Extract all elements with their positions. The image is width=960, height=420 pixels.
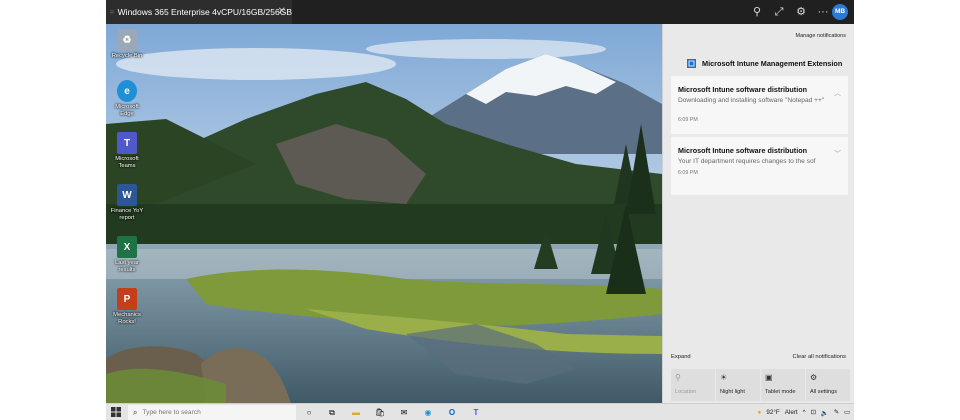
recycle-bin-icon: ♻	[117, 29, 137, 51]
notification-card[interactable]: Microsoft Intune software distribution Y…	[671, 137, 848, 195]
window-title-bar: Windows 365 Enterprise 4vCPU/16GB/256GB …	[106, 0, 854, 24]
intune-app-icon	[687, 59, 696, 68]
excel-doc-icon: X	[117, 236, 137, 258]
desktop-icon-recycle-bin[interactable]: ♻ Recycle Bin	[110, 29, 144, 60]
close-icon[interactable]: ✕	[278, 6, 286, 17]
desktop-icon-label: Mechanics Rocks!	[113, 312, 141, 325]
quick-action-all-settings[interactable]: ⚙ All settings	[806, 369, 850, 401]
cloud-pc-icon	[110, 10, 114, 14]
remote-desktop-window: Windows 365 Enterprise 4vCPU/16GB/256GB …	[106, 0, 854, 420]
powerpoint-doc-icon: P	[117, 288, 137, 310]
teams-icon: T	[117, 132, 137, 154]
quick-action-label: Night light	[720, 389, 745, 395]
store-icon[interactable]: 🛍	[373, 406, 387, 419]
desktop-icon-label: Last year results	[115, 260, 139, 273]
settings-icon: ⚙	[810, 373, 818, 382]
quick-action-label: Location	[675, 389, 697, 395]
weather-icon: ●	[757, 409, 762, 416]
desktop-icon-label: Microsoft Teams	[115, 156, 139, 169]
notification-title: Microsoft Intune software distribution	[678, 146, 807, 155]
notification-title: Microsoft Intune software distribution	[678, 85, 807, 94]
file-explorer-icon[interactable]: ▬	[349, 406, 363, 419]
edge-icon[interactable]: ◉	[421, 406, 435, 419]
weather-temperature[interactable]: 92°F	[766, 409, 779, 416]
pen-icon[interactable]: ✎	[834, 409, 839, 416]
clear-all-notifications-link[interactable]: Clear all notifications	[793, 354, 847, 360]
expand-link[interactable]: Expand	[671, 354, 691, 360]
more-icon[interactable]: ···	[816, 5, 830, 19]
desktop-icon-last-year-results[interactable]: X Last year results	[110, 236, 144, 274]
desktop-icon-label: Finance YoY report	[110, 208, 144, 221]
search-icon: ⌕	[133, 407, 138, 417]
expand-icon[interactable]: ⤢	[772, 5, 786, 19]
action-center-panel: Manage notifications Microsoft Intune Ma…	[662, 24, 854, 403]
desktop-icon-edge[interactable]: e Microsoft Edge	[110, 80, 144, 118]
settings-gear-icon[interactable]: ⚙	[794, 5, 808, 19]
wallpaper-image	[106, 24, 662, 403]
desktop-icon-teams[interactable]: T Microsoft Teams	[110, 132, 144, 170]
desktop-icon-mechanics-rocks[interactable]: P Mechanics Rocks!	[110, 288, 144, 326]
desktop-icon-label: Microsoft Edge	[115, 104, 139, 117]
weather-alert[interactable]: Alert	[785, 409, 798, 416]
notification-body: Downloading and installing software "Not…	[678, 97, 825, 104]
notification-time: 6:09 PM	[678, 170, 698, 176]
taskbar-search-box[interactable]: ⌕	[128, 405, 296, 420]
quick-action-label: Tablet mode	[765, 389, 796, 395]
network-icon[interactable]: ⊡	[811, 409, 816, 416]
chevron-down-icon[interactable]: ﹀	[834, 149, 841, 159]
cortana-icon[interactable]: ○	[302, 406, 316, 419]
notification-group-title: Microsoft Intune Management Extension	[702, 59, 843, 68]
teams-icon[interactable]: T	[469, 406, 483, 419]
notification-icon[interactable]: ▭	[844, 409, 850, 416]
manage-notifications-link[interactable]: Manage notifications	[796, 33, 846, 39]
quick-action-label: All settings	[810, 389, 838, 395]
quick-action-location[interactable]: ⚲ Location	[671, 369, 715, 401]
quick-action-tablet-mode[interactable]: ▣ Tablet mode	[761, 369, 805, 401]
night-light-icon: ☀	[720, 373, 728, 382]
notification-time: 6:09 PM	[678, 117, 698, 123]
pin-icon[interactable]: ⚲	[750, 5, 764, 19]
windows-start-icon[interactable]	[111, 407, 121, 417]
avatar[interactable]: MB	[832, 4, 848, 20]
task-view-icon[interactable]: ⧉	[325, 406, 339, 419]
volume-icon[interactable]: 🔈	[821, 409, 829, 417]
session-tab-title: Windows 365 Enterprise 4vCPU/16GB/256GB	[117, 7, 292, 17]
notification-body: Your IT department requires changes to t…	[678, 158, 816, 165]
outlook-icon[interactable]: O	[445, 406, 459, 419]
location-icon: ⚲	[675, 373, 681, 382]
desktop: ♻ Recycle Bin e Microsoft Edge T Microso…	[106, 24, 662, 403]
word-doc-icon: W	[117, 184, 137, 206]
mail-icon[interactable]: ✉	[397, 406, 411, 419]
chevron-up-icon[interactable]: ^	[803, 409, 806, 416]
search-input[interactable]	[142, 409, 283, 416]
notification-group-header: Microsoft Intune Management Extension	[687, 59, 842, 68]
edge-icon: e	[117, 80, 137, 102]
desktop-icon-label: Recycle Bin	[111, 53, 143, 59]
session-tab[interactable]: Windows 365 Enterprise 4vCPU/16GB/256GB …	[106, 0, 292, 24]
desktop-icon-finance-report[interactable]: W Finance YoY report	[110, 184, 144, 222]
notification-card[interactable]: Microsoft Intune software distribution D…	[671, 76, 848, 134]
system-tray: ● 92°F Alert ^ ⊡ 🔈 ✎ ▭	[753, 405, 850, 420]
chevron-up-icon[interactable]: ︿	[834, 88, 841, 98]
tablet-mode-icon: ▣	[765, 373, 773, 382]
quick-action-night-light[interactable]: ☀ Night light	[716, 369, 760, 401]
taskbar: ⌕ ○ ⧉ ▬ 🛍 ✉ ◉ O T ● 92°F Alert ^ ⊡ 🔈 ✎ ▭	[106, 403, 854, 420]
